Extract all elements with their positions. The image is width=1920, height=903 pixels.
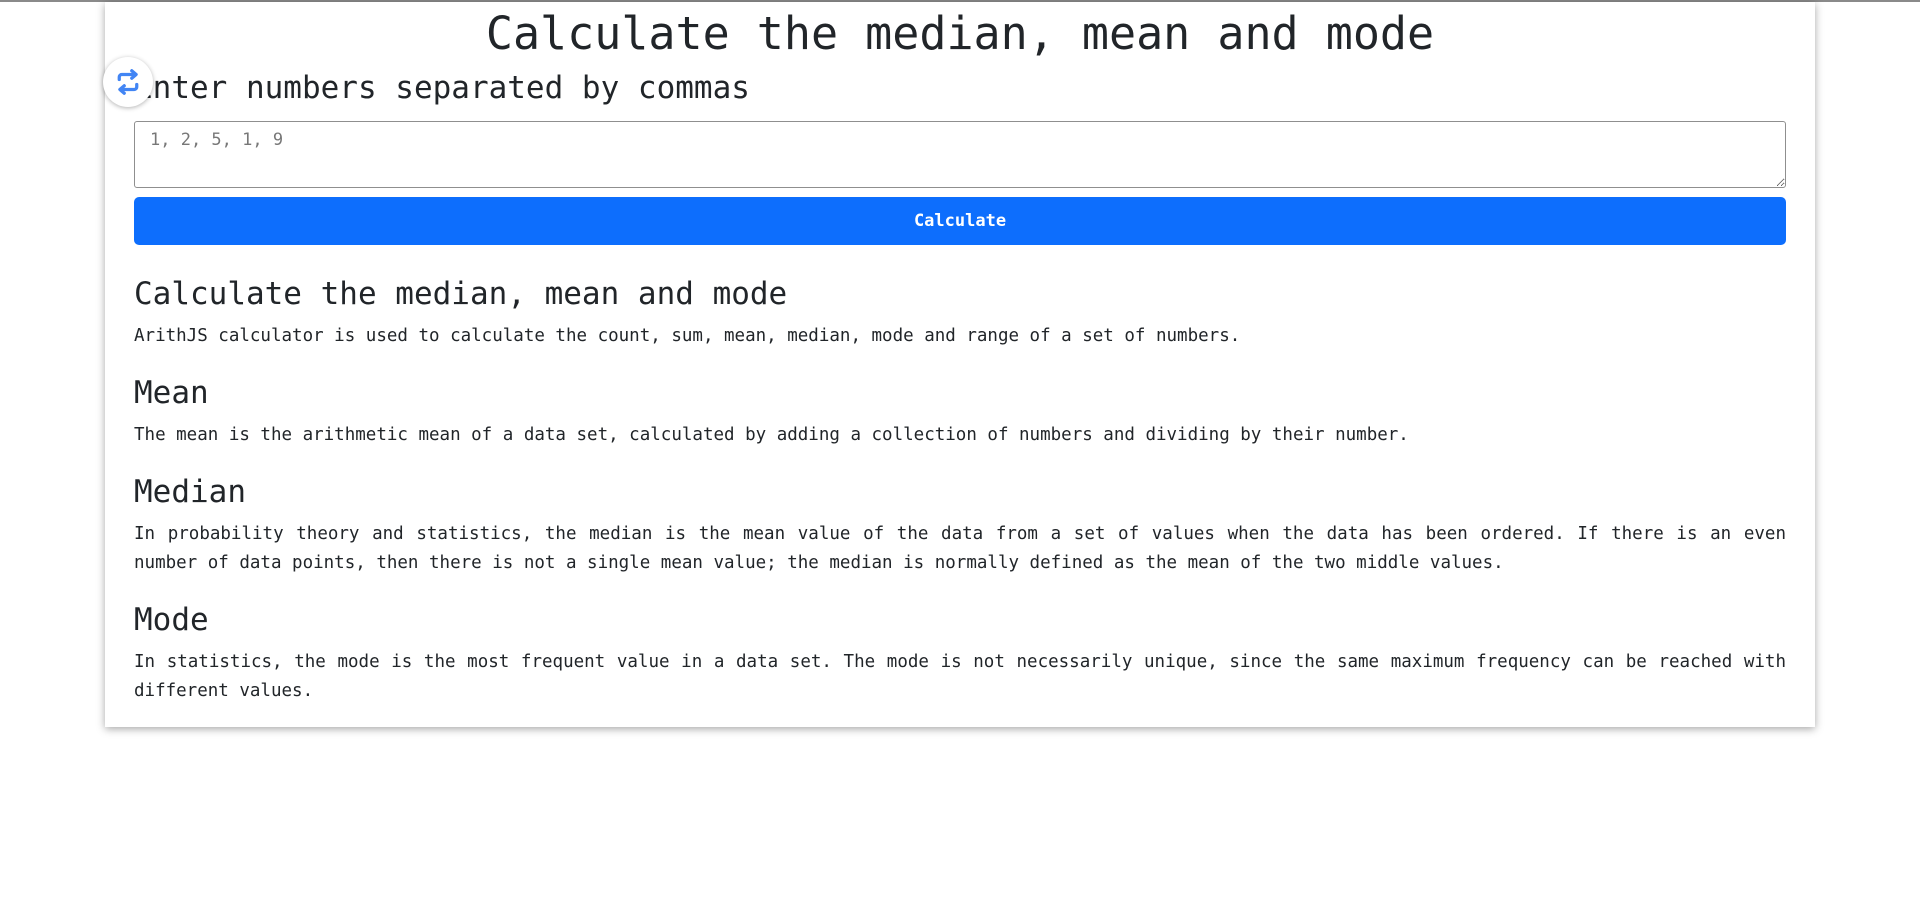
numbers-input-label: Enter numbers separated by commas: [134, 70, 750, 106]
numbers-input[interactable]: [134, 121, 1786, 188]
mode-paragraph: In statistics, the mode is the most freq…: [134, 652, 1786, 701]
mean-paragraph: The mean is the arithmetic mean of a dat…: [134, 425, 1409, 445]
median-paragraph: In probability theory and statistics, th…: [134, 524, 1786, 573]
page-title: Calculate the median, mean and mode: [485, 7, 1435, 60]
mode-heading: Mode: [134, 602, 209, 638]
calculate-button[interactable]: Calculate: [134, 197, 1786, 245]
calculator-card: Calculate the median, mean and mode Ente…: [105, 2, 1815, 727]
swap-button[interactable]: [103, 57, 153, 107]
mean-heading: Mean: [134, 375, 209, 411]
info-heading: Calculate the median, mean and mode: [134, 276, 788, 312]
swap-arrows-icon: [117, 69, 139, 95]
median-heading: Median: [134, 474, 246, 510]
intro-paragraph: ArithJS calculator is used to calculate …: [134, 326, 1241, 346]
